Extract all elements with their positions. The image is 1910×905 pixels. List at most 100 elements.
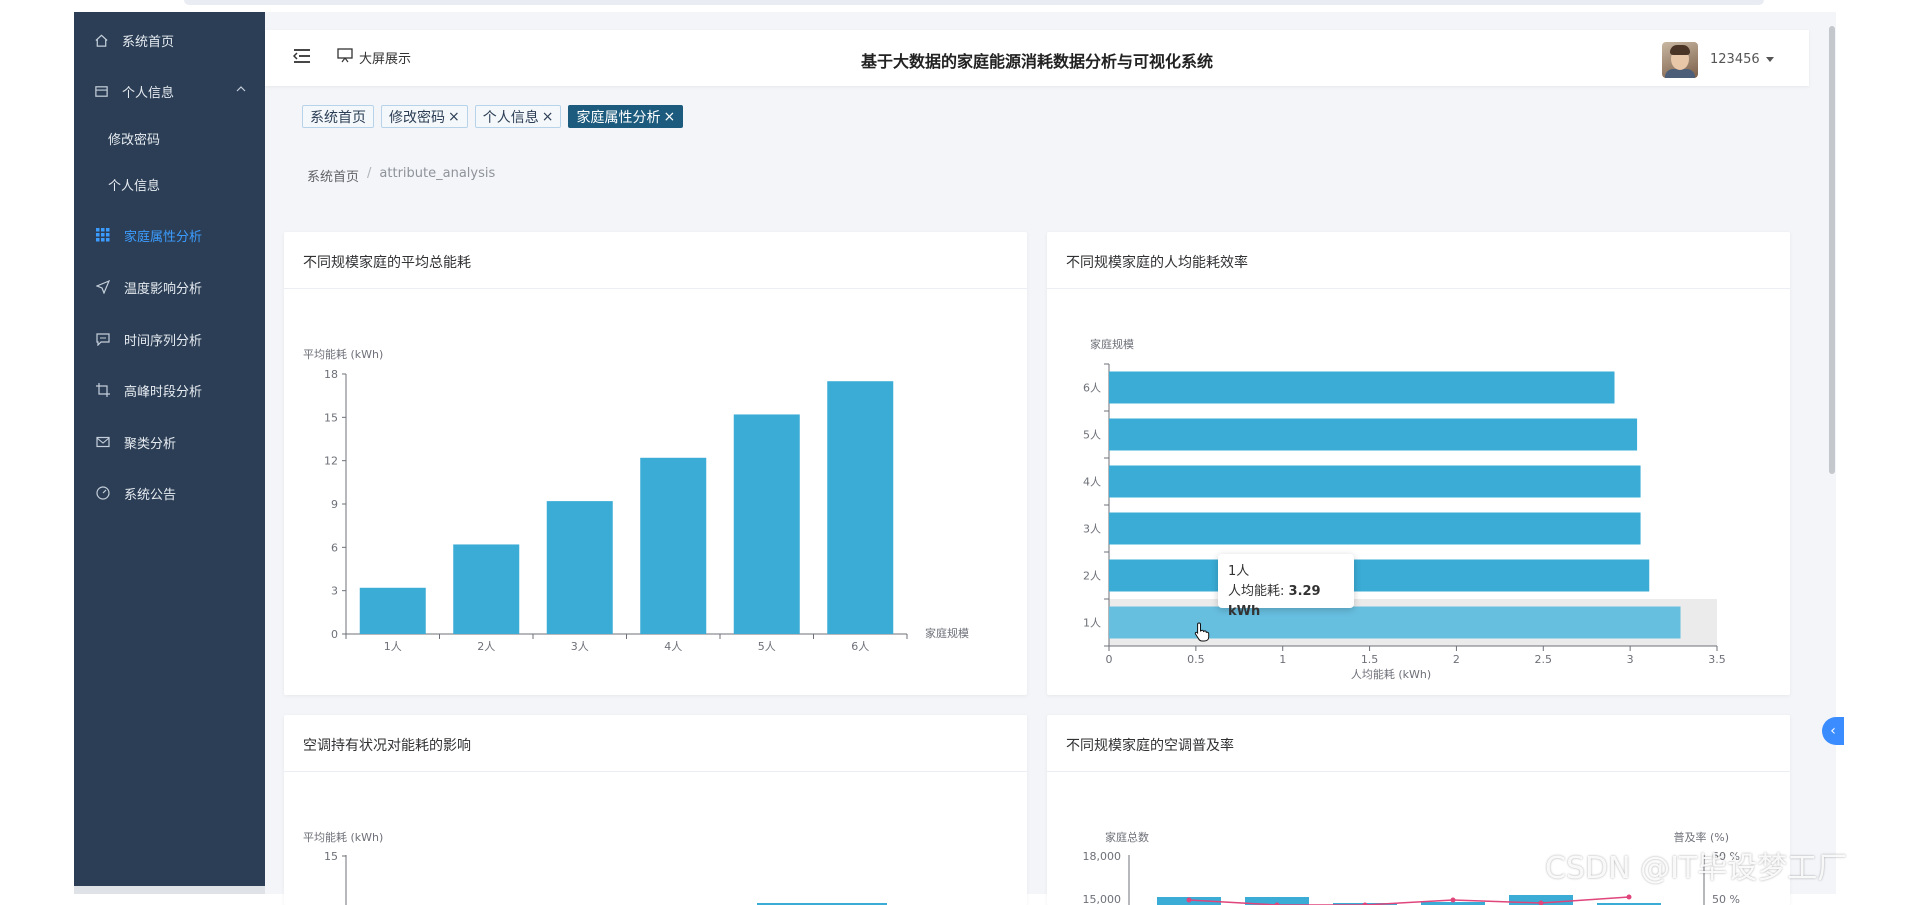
sidebar-scrollbar[interactable] <box>74 886 265 894</box>
line-point <box>1627 895 1632 900</box>
x-axis-label: 人均能耗 (kWh) <box>1351 667 1431 681</box>
card-avg-total-energy: 不同规模家庭的平均总能耗 平均能耗 (kWh)03691215181人2人3人4… <box>284 232 1027 695</box>
card-ac-ownership-impact: 空调持有状况对能耗的影响 平均能耗 (kWh)15 <box>284 715 1027 905</box>
watermark: CSDN @IT毕设梦工厂 <box>1545 843 1847 887</box>
x-tick-label: 1 <box>1279 653 1286 666</box>
y-tick-label-right: 50 % <box>1712 893 1740 905</box>
tag-change-password[interactable]: 修改密码 × <box>381 105 468 128</box>
sidebar-item-label: 高峰时段分析 <box>124 381 202 400</box>
y-axis-label: 平均能耗 (kWh) <box>303 830 383 844</box>
sidebar-item-personal-info-sub[interactable]: 个人信息 <box>74 164 265 204</box>
y-tick-label: 0 <box>331 628 338 641</box>
close-icon[interactable]: × <box>542 109 554 125</box>
avatar[interactable] <box>1662 42 1698 78</box>
chart-tooltip: 1人 人均能耗: 3.29 kWh <box>1218 554 1354 608</box>
user-dropdown[interactable]: 123456 <box>1710 52 1774 67</box>
close-icon[interactable]: × <box>448 109 460 125</box>
send-icon <box>92 280 114 294</box>
bar <box>1109 466 1641 498</box>
sidebar-item-cluster-analysis[interactable]: 聚类分析 <box>74 422 265 462</box>
y-tick-label: 2人 <box>1083 570 1101 583</box>
sidebar-item-label: 系统公告 <box>124 484 176 503</box>
breadcrumb-home[interactable]: 系统首页 <box>307 166 359 185</box>
bar <box>547 501 613 634</box>
caret-down-icon <box>1766 52 1774 67</box>
page-scrollbar[interactable] <box>1829 26 1835 474</box>
x-tick-label: 4人 <box>664 640 682 653</box>
sidebar-item-label: 温度影响分析 <box>124 278 202 297</box>
x-tick-label: 2人 <box>477 640 495 653</box>
sidebar-item-timeseries-analysis[interactable]: 时间序列分析 <box>74 319 265 359</box>
breadcrumb: 系统首页 / attribute_analysis <box>307 166 495 185</box>
tag-label: 修改密码 <box>389 107 445 127</box>
y-axis-label: 平均能耗 (kWh) <box>303 347 383 361</box>
gauge-icon <box>92 486 114 500</box>
home-icon <box>90 33 112 48</box>
sidebar-item-label: 个人信息 <box>108 175 160 194</box>
x-axis-label: 家庭规模 <box>925 626 969 640</box>
x-tick-label: 3 <box>1627 653 1634 666</box>
y-axis-label: 家庭规模 <box>1090 337 1134 351</box>
tag-personal-info[interactable]: 个人信息 × <box>475 105 562 128</box>
y-tick-label: 9 <box>331 498 338 511</box>
main-content: 大屏展示 基于大数据的家庭能源消耗数据分析与可视化系统 123456 系统首页 … <box>265 12 1836 894</box>
x-tick-label: 1.5 <box>1361 653 1379 666</box>
top-header: 大屏展示 基于大数据的家庭能源消耗数据分析与可视化系统 123456 <box>265 30 1809 86</box>
x-tick-label: 2.5 <box>1535 653 1553 666</box>
crop-icon <box>92 383 114 397</box>
bar <box>1109 372 1615 404</box>
chart-avg-total-energy: 平均能耗 (kWh)03691215181人2人3人4人5人6人家庭规模 <box>284 232 1027 695</box>
x-tick-label: 3人 <box>571 640 589 653</box>
sidebar-item-temperature-analysis[interactable]: 温度影响分析 <box>74 267 265 307</box>
sidebar-item-change-password[interactable]: 修改密码 <box>74 118 265 158</box>
tag-label: 家庭属性分析 <box>576 107 660 127</box>
tags-view: 系统首页 修改密码 × 个人信息 × 家庭属性分析 × <box>302 105 683 129</box>
sidebar-item-personal-info[interactable]: 个人信息 <box>74 71 265 111</box>
close-icon[interactable]: × <box>663 109 675 125</box>
chart-ac-ownership-impact: 平均能耗 (kWh) 15 <box>284 715 1027 905</box>
y-axis-label-right: 普及率 (%) <box>1673 830 1729 844</box>
y-tick-label: 12 <box>324 455 338 468</box>
bar <box>453 544 519 634</box>
x-tick-label: 3.5 <box>1708 653 1726 666</box>
float-toggle-button[interactable]: ‹ <box>1822 717 1844 745</box>
sidebar-item-label: 时间序列分析 <box>124 330 202 349</box>
line-point <box>1451 898 1456 903</box>
page-title: 基于大数据的家庭能源消耗数据分析与可视化系统 <box>265 48 1809 72</box>
tag-home[interactable]: 系统首页 <box>302 105 374 128</box>
y-tick-label: 15 <box>324 850 338 863</box>
sidebar-item-attribute-analysis[interactable]: 家庭属性分析 <box>74 215 265 255</box>
y-tick-label-left: 18,000 <box>1083 850 1122 863</box>
sidebar-item-peak-analysis[interactable]: 高峰时段分析 <box>74 370 265 410</box>
tooltip-series-label: 人均能耗 <box>1228 584 1280 599</box>
browser-top-strip <box>74 0 1836 12</box>
sidebar-item-label: 家庭属性分析 <box>124 226 202 245</box>
tag-label: 系统首页 <box>310 107 366 127</box>
sidebar-item-label: 系统首页 <box>122 31 174 50</box>
y-tick-label: 15 <box>324 411 338 424</box>
tooltip-category: 1人 <box>1228 562 1344 582</box>
bar <box>1109 419 1637 451</box>
bar <box>360 588 426 634</box>
sidebar: 系统首页 个人信息 修改密码 个人信息 家庭属性分析 温 <box>74 12 265 894</box>
bar <box>1109 560 1649 592</box>
sidebar-item-home[interactable]: 系统首页 <box>74 20 265 60</box>
y-tick-label: 6 <box>331 541 338 554</box>
sidebar-item-label: 个人信息 <box>122 82 174 101</box>
sidebar-item-announcement[interactable]: 系统公告 <box>74 473 265 513</box>
chart-per-capita-efficiency: 家庭规模1人2人3人4人5人6人00.511.522.533.5人均能耗 (kW… <box>1047 232 1790 695</box>
x-tick-label: 0 <box>1106 653 1113 666</box>
y-tick-label: 3人 <box>1083 523 1101 536</box>
line-point <box>1187 898 1192 903</box>
x-tick-label: 5人 <box>758 640 776 653</box>
grid-icon <box>92 228 114 242</box>
tag-attribute-analysis[interactable]: 家庭属性分析 × <box>568 105 683 128</box>
breadcrumb-separator: / <box>367 166 371 185</box>
sidebar-item-label: 聚类分析 <box>124 433 176 452</box>
y-tick-label: 4人 <box>1083 476 1101 489</box>
mail-icon <box>92 435 114 449</box>
y-tick-label: 6人 <box>1083 382 1101 395</box>
chevron-up-icon <box>235 83 247 99</box>
sidebar-item-label: 修改密码 <box>108 129 160 148</box>
y-tick-label: 18 <box>324 368 338 381</box>
